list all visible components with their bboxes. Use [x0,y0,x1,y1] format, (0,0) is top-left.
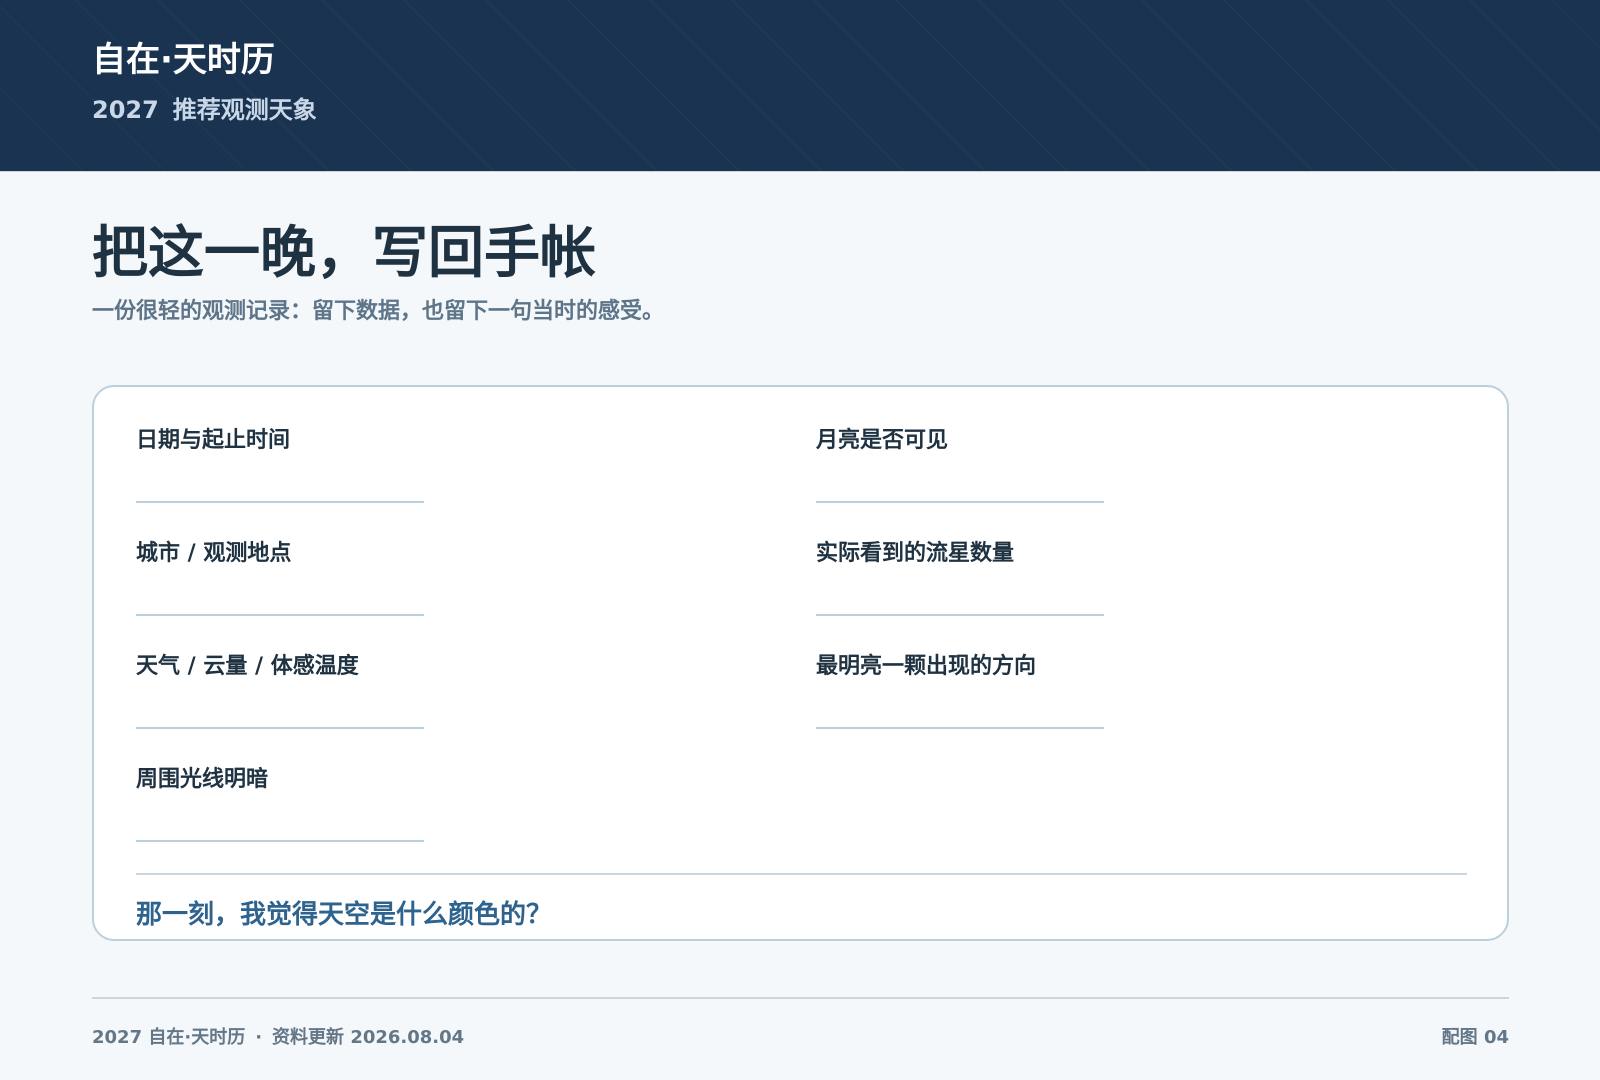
field-underline [136,501,424,503]
field-moon-visible[interactable]: 月亮是否可见 [816,427,1104,503]
field-weather[interactable]: 天气 / 云量 / 体感温度 [136,653,424,729]
field-underline [816,501,1104,503]
field-brightest-direction[interactable]: 最明亮一颗出现的方向 [816,653,1104,729]
form-divider [136,873,1467,875]
field-label: 实际看到的流星数量 [816,541,1015,566]
field-underline [816,727,1104,729]
footer-rule [92,997,1509,999]
field-label: 周围光线明暗 [136,767,269,792]
header-subtitle-text: 推荐观测天象 [172,96,317,124]
field-underline [816,614,1104,616]
page-lead: 一份很轻的观测记录：留下数据，也留下一句当时的感受。 [92,299,665,324]
field-underline [136,614,424,616]
field-location[interactable]: 城市 / 观测地点 [136,540,424,616]
field-label: 城市 / 观测地点 [136,541,292,566]
page-title: 把这一晚，写回手帐 [92,221,596,286]
footer-brand: 2027 自在·天时历 [92,1027,246,1048]
field-underline [136,727,424,729]
field-label: 月亮是否可见 [816,428,949,453]
field-underline [136,840,424,842]
field-meteor-count[interactable]: 实际看到的流星数量 [816,540,1104,616]
figure-number: 配图 04 [1441,1027,1509,1048]
header-banner: 自在·天时历 2027 推荐观测天象 [0,0,1600,172]
footer-updated: 资料更新 2026.08.04 [272,1027,465,1048]
field-label: 天气 / 云量 / 体感温度 [136,654,359,679]
footer-credit: 2027 自在·天时历 · 资料更新 2026.08.04 [92,1027,464,1049]
header-year: 2027 [92,96,159,124]
footer-separator: · [255,1027,263,1048]
field-date-time[interactable]: 日期与起止时间 [136,427,424,503]
field-label: 最明亮一颗出现的方向 [816,654,1037,679]
observation-form-card: 日期与起止时间 城市 / 观测地点 天气 / 云量 / 体感温度 周围光线明暗 … [92,385,1509,941]
field-light-level[interactable]: 周围光线明暗 [136,766,424,842]
brand-title: 自在·天时历 [92,40,275,80]
field-label: 日期与起止时间 [136,428,291,453]
header-subtitle: 2027 推荐观测天象 [92,96,331,125]
reflection-prompt[interactable]: 那一刻，我觉得天空是什么颜色的？ [136,900,552,931]
